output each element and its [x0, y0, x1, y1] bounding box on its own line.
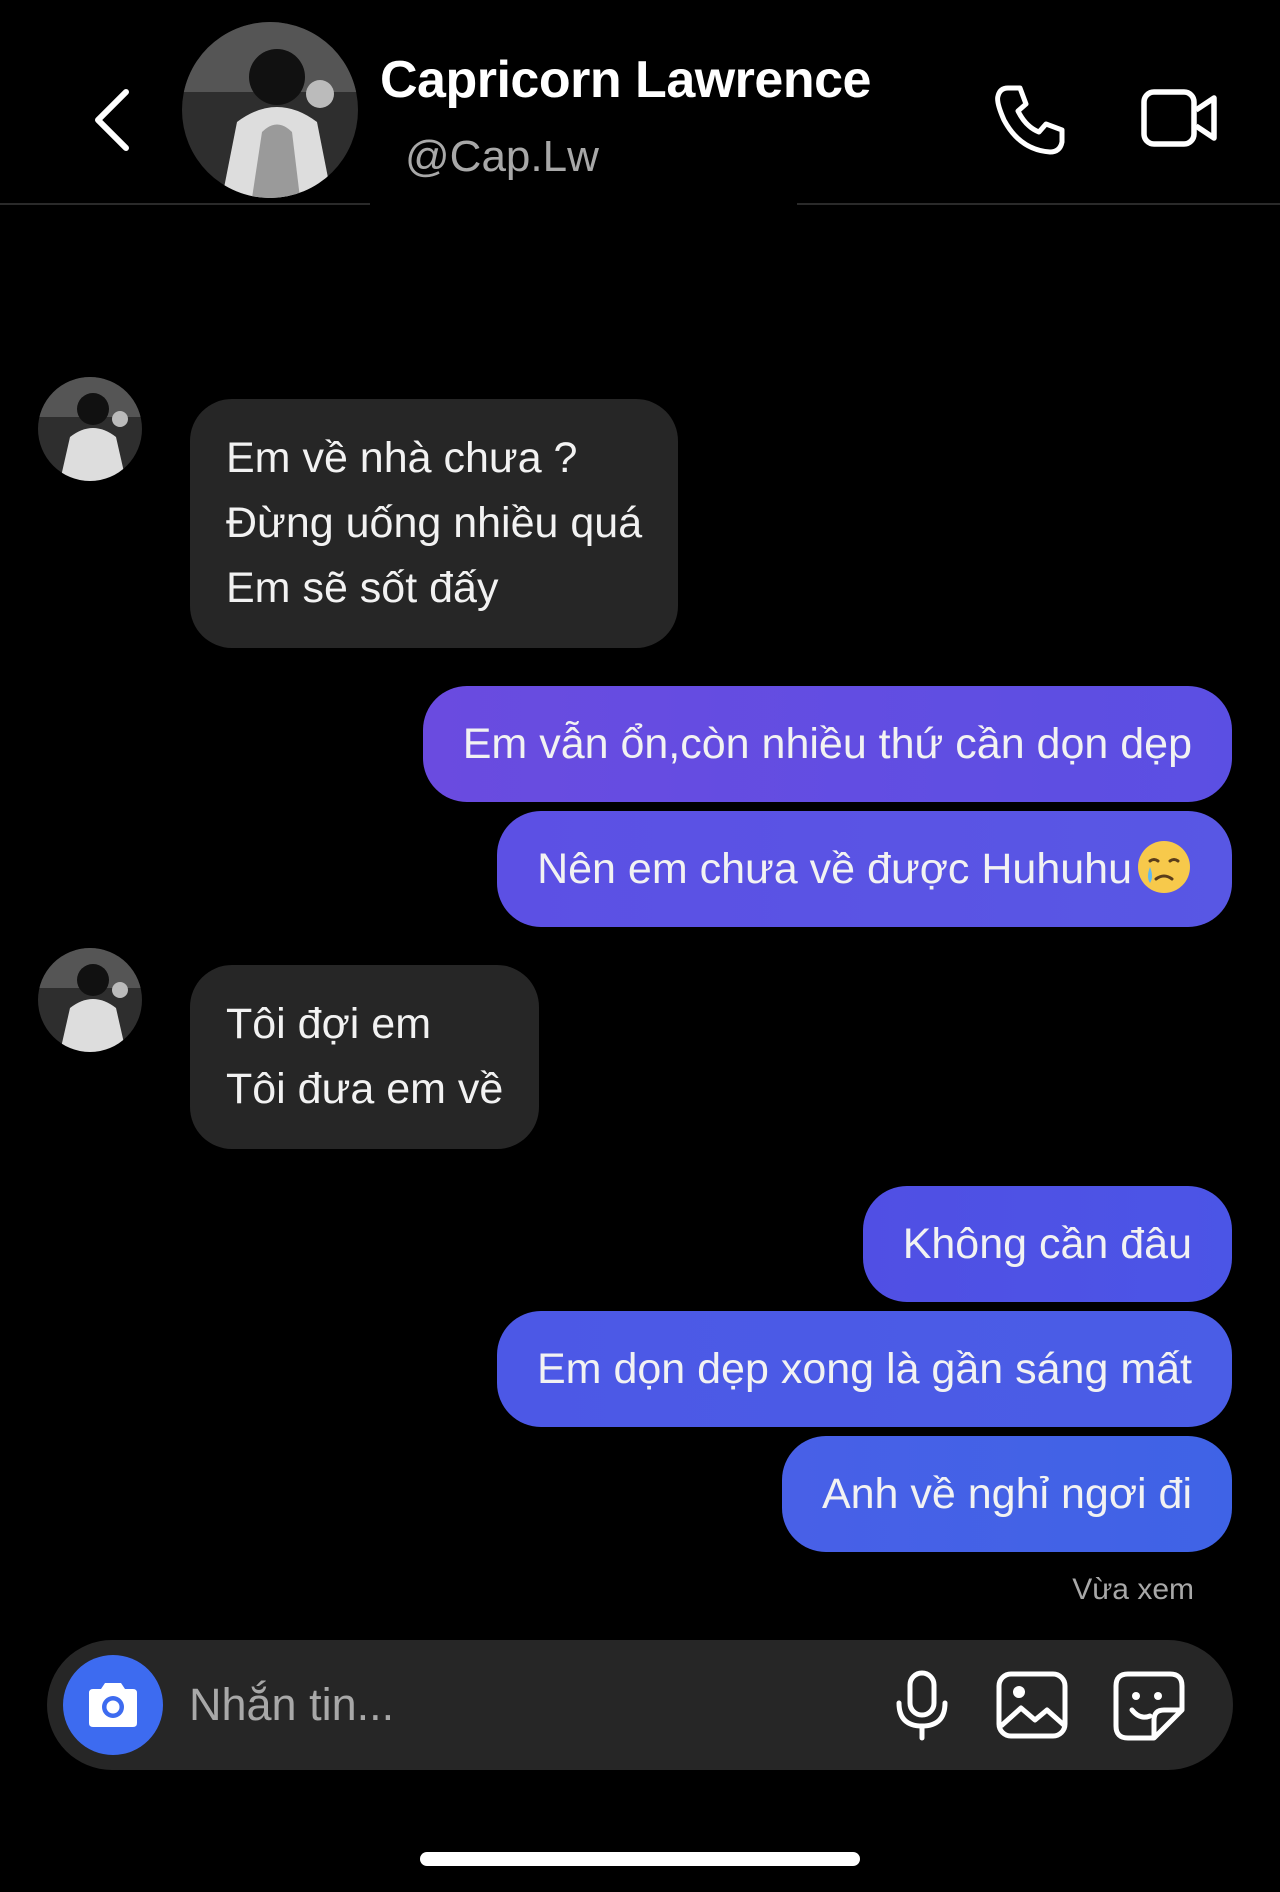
message-text: Em vẫn ổn,còn nhiều thứ cần dọn dẹp: [462, 720, 1192, 768]
message-line: Em sẽ sốt đấy: [226, 564, 499, 612]
message-line: Em về nhà chưa ?: [226, 434, 578, 482]
outgoing-message[interactable]: Nên em chưa về được Huhuhu: [497, 811, 1232, 927]
sticker-button[interactable]: [1112, 1670, 1186, 1742]
incoming-message[interactable]: Tôi đợi em Tôi đưa em về: [190, 965, 540, 1149]
incoming-message[interactable]: Em về nhà chưa ? Đừng uống nhiều quá Em …: [190, 399, 679, 648]
sender-avatar[interactable]: [38, 948, 142, 1052]
outgoing-message[interactable]: Anh về nghỉ ngơi đi: [781, 1436, 1232, 1552]
seen-status: Vừa xem: [1072, 1573, 1194, 1606]
message-text: Nên em chưa về được Huhuhu: [537, 845, 1132, 893]
message-line: Đừng uống nhiều quá: [226, 499, 643, 547]
message-input[interactable]: [189, 1668, 709, 1742]
message-text: Em dọn dẹp xong là gần sáng mất: [537, 1345, 1192, 1393]
message-line: Tôi đưa em về: [226, 1065, 504, 1113]
chevron-left-icon: [95, 89, 129, 151]
header-divider-right: [797, 203, 1280, 205]
gallery-button[interactable]: [995, 1670, 1071, 1742]
sticker-icon: [1113, 1671, 1185, 1741]
image-icon: [996, 1671, 1068, 1739]
camera-icon: [89, 1683, 137, 1727]
voice-message-button[interactable]: [887, 1670, 957, 1742]
message-text: Anh về nghỉ ngơi đi: [821, 1470, 1192, 1518]
outgoing-message[interactable]: Không cần đâu: [862, 1186, 1232, 1302]
chat-header: Capricorn Lawrence @Cap.Lw: [0, 0, 1280, 206]
header-divider-left: [0, 203, 370, 205]
message-text: Không cần đâu: [902, 1220, 1192, 1268]
sender-avatar[interactable]: [38, 377, 142, 481]
outgoing-message[interactable]: Em dọn dẹp xong là gần sáng mất: [497, 1311, 1232, 1427]
message-line: Tôi đợi em: [226, 1000, 432, 1048]
chat-screen: Capricorn Lawrence @Cap.Lw Em về nhà chư…: [0, 0, 1280, 1892]
video-camera-icon: [1141, 89, 1217, 147]
outgoing-message[interactable]: Em vẫn ổn,còn nhiều thứ cần dọn dẹp: [422, 686, 1232, 802]
phone-icon: [995, 85, 1065, 155]
message-composer: [47, 1640, 1233, 1770]
contact-handle: @Cap.Lw: [405, 132, 599, 181]
crying-face-icon: [1138, 841, 1190, 893]
home-indicator[interactable]: [420, 1852, 860, 1866]
voice-call-button[interactable]: [990, 80, 1070, 160]
microphone-icon: [896, 1670, 948, 1741]
contact-name[interactable]: Capricorn Lawrence: [380, 50, 871, 110]
camera-button[interactable]: [63, 1655, 163, 1755]
video-call-button[interactable]: [1140, 82, 1220, 154]
contact-avatar[interactable]: [182, 22, 358, 198]
back-button[interactable]: [82, 80, 142, 160]
